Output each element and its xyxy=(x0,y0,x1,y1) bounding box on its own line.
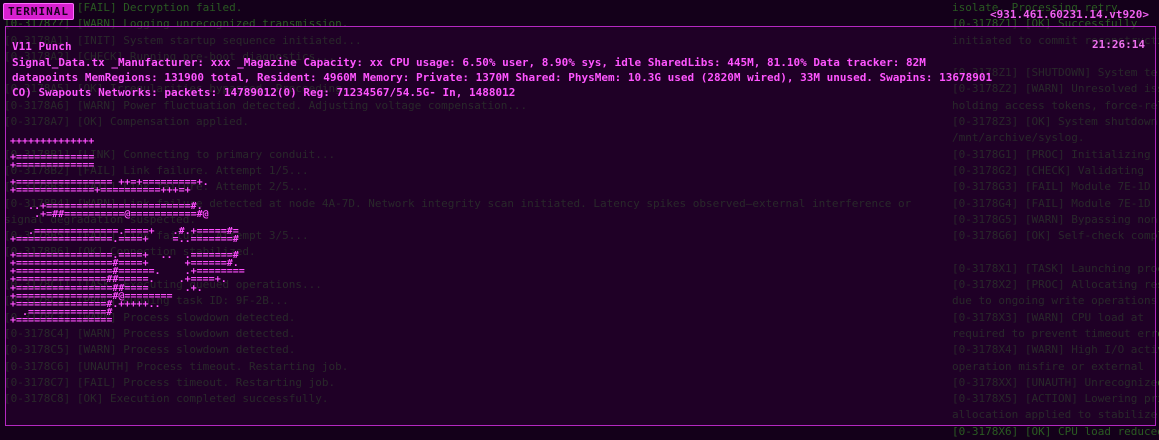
status-line: Signal_Data.tx _Manufacturer: xxx _Magaz… xyxy=(12,56,926,69)
panel-title: V11 Punch xyxy=(12,40,72,53)
ascii-art-line: +================ xyxy=(10,315,113,327)
ascii-art: ++++++++++++++ +============= +===========… xyxy=(10,136,245,327)
log-line: [0-3178X6] [OK] CPU load reduced xyxy=(952,424,1159,438)
log-line: [0-3178??] [FAIL] Decryption failed. xyxy=(4,1,243,14)
tab-terminal[interactable]: TERMINAL xyxy=(3,3,74,20)
terminal-address: <931.461.60231.14.vt920> xyxy=(990,8,1149,21)
ascii-art-line: +=============+==========+++=+ xyxy=(10,184,191,196)
ascii-art-line: .+=##==========@===========#@ xyxy=(10,209,209,221)
clock: 21:26:14 xyxy=(1092,38,1145,51)
ascii-art-line: +============= xyxy=(10,160,95,172)
status-line: datapoints MemRegions: 131900 total, Res… xyxy=(12,71,993,84)
ascii-art-line: +================.====+ =..=======# xyxy=(10,233,239,245)
status-line: CO) Swapouts Networks: packets: 14789012… xyxy=(12,86,516,99)
ascii-art-line: ++++++++++++++ xyxy=(10,136,95,147)
